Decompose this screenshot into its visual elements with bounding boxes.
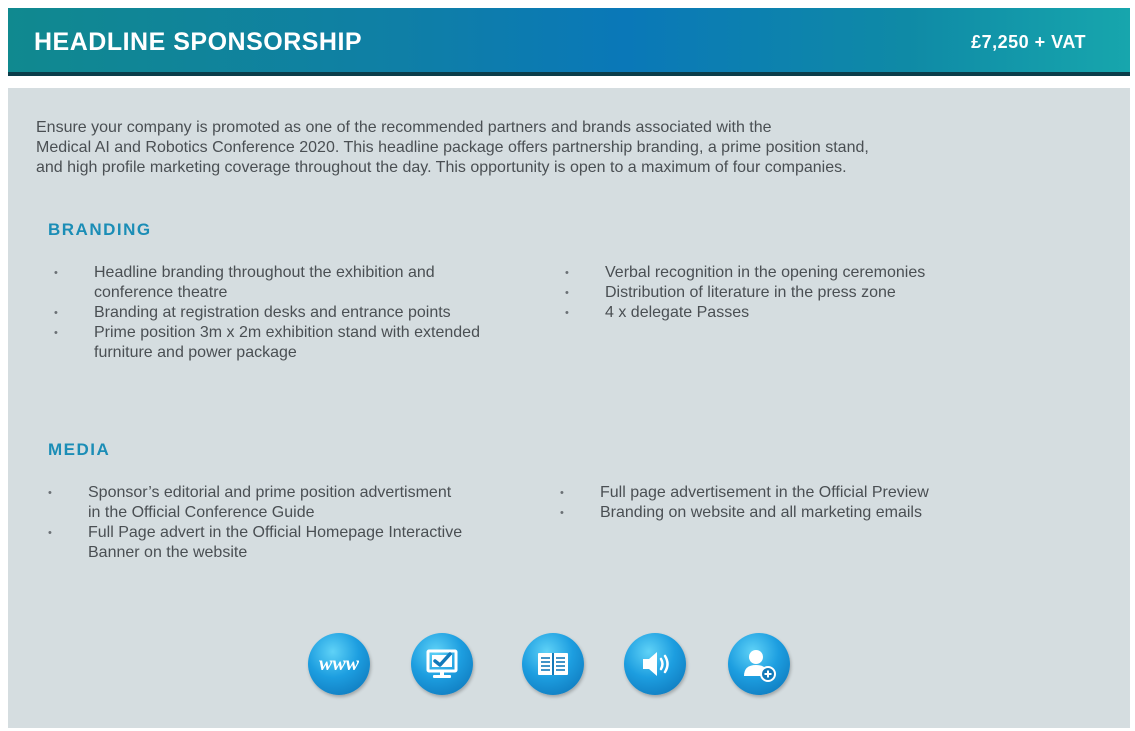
list-item: 4 x delegate Passes [565,303,1065,323]
list-item: Headline branding throughout the exhibit… [54,263,494,303]
branding-list-left: Headline branding throughout the exhibit… [54,263,494,363]
monitor-check-icon [411,633,473,695]
branding-heading: BRANDING [48,220,152,239]
media-list-right: Full page advertisement in the Official … [560,483,1070,523]
intro-paragraph: Ensure your company is promoted as one o… [36,118,1116,178]
list-item: Branding at registration desks and entra… [54,303,494,323]
list-item: Prime position 3m x 2m exhibition stand … [54,323,494,363]
sponsorship-header: HEADLINE SPONSORSHIP £7,250 + VAT [8,8,1130,76]
www-icon-label: www [318,652,360,675]
speaker-icon [624,633,686,695]
list-item: Verbal recognition in the opening ceremo… [565,263,1065,283]
intro-line: Ensure your company is promoted as one o… [36,119,772,136]
package-price: £7,250 + VAT [971,32,1086,52]
list-item: Full page advertisement in the Official … [560,483,1070,503]
intro-line: Medical AI and Robotics Conference 2020.… [36,139,869,156]
list-item: Full Page advert in the Official Homepag… [48,523,468,563]
media-list-left: Sponsor’s editorial and prime position a… [48,483,468,563]
package-details-panel: Ensure your company is promoted as one o… [8,88,1130,728]
book-icon [522,633,584,695]
intro-line: and high profile marketing coverage thro… [36,159,847,176]
www-icon: www [308,633,370,695]
list-item: Distribution of literature in the press … [565,283,1065,303]
list-item: Branding on website and all marketing em… [560,503,1070,523]
list-item: Sponsor’s editorial and prime position a… [48,483,468,523]
media-heading: MEDIA [48,440,111,459]
branding-list-right: Verbal recognition in the opening ceremo… [565,263,1065,323]
add-user-icon [728,633,790,695]
feature-icons: www [308,633,790,703]
package-title: HEADLINE SPONSORSHIP [34,28,363,56]
